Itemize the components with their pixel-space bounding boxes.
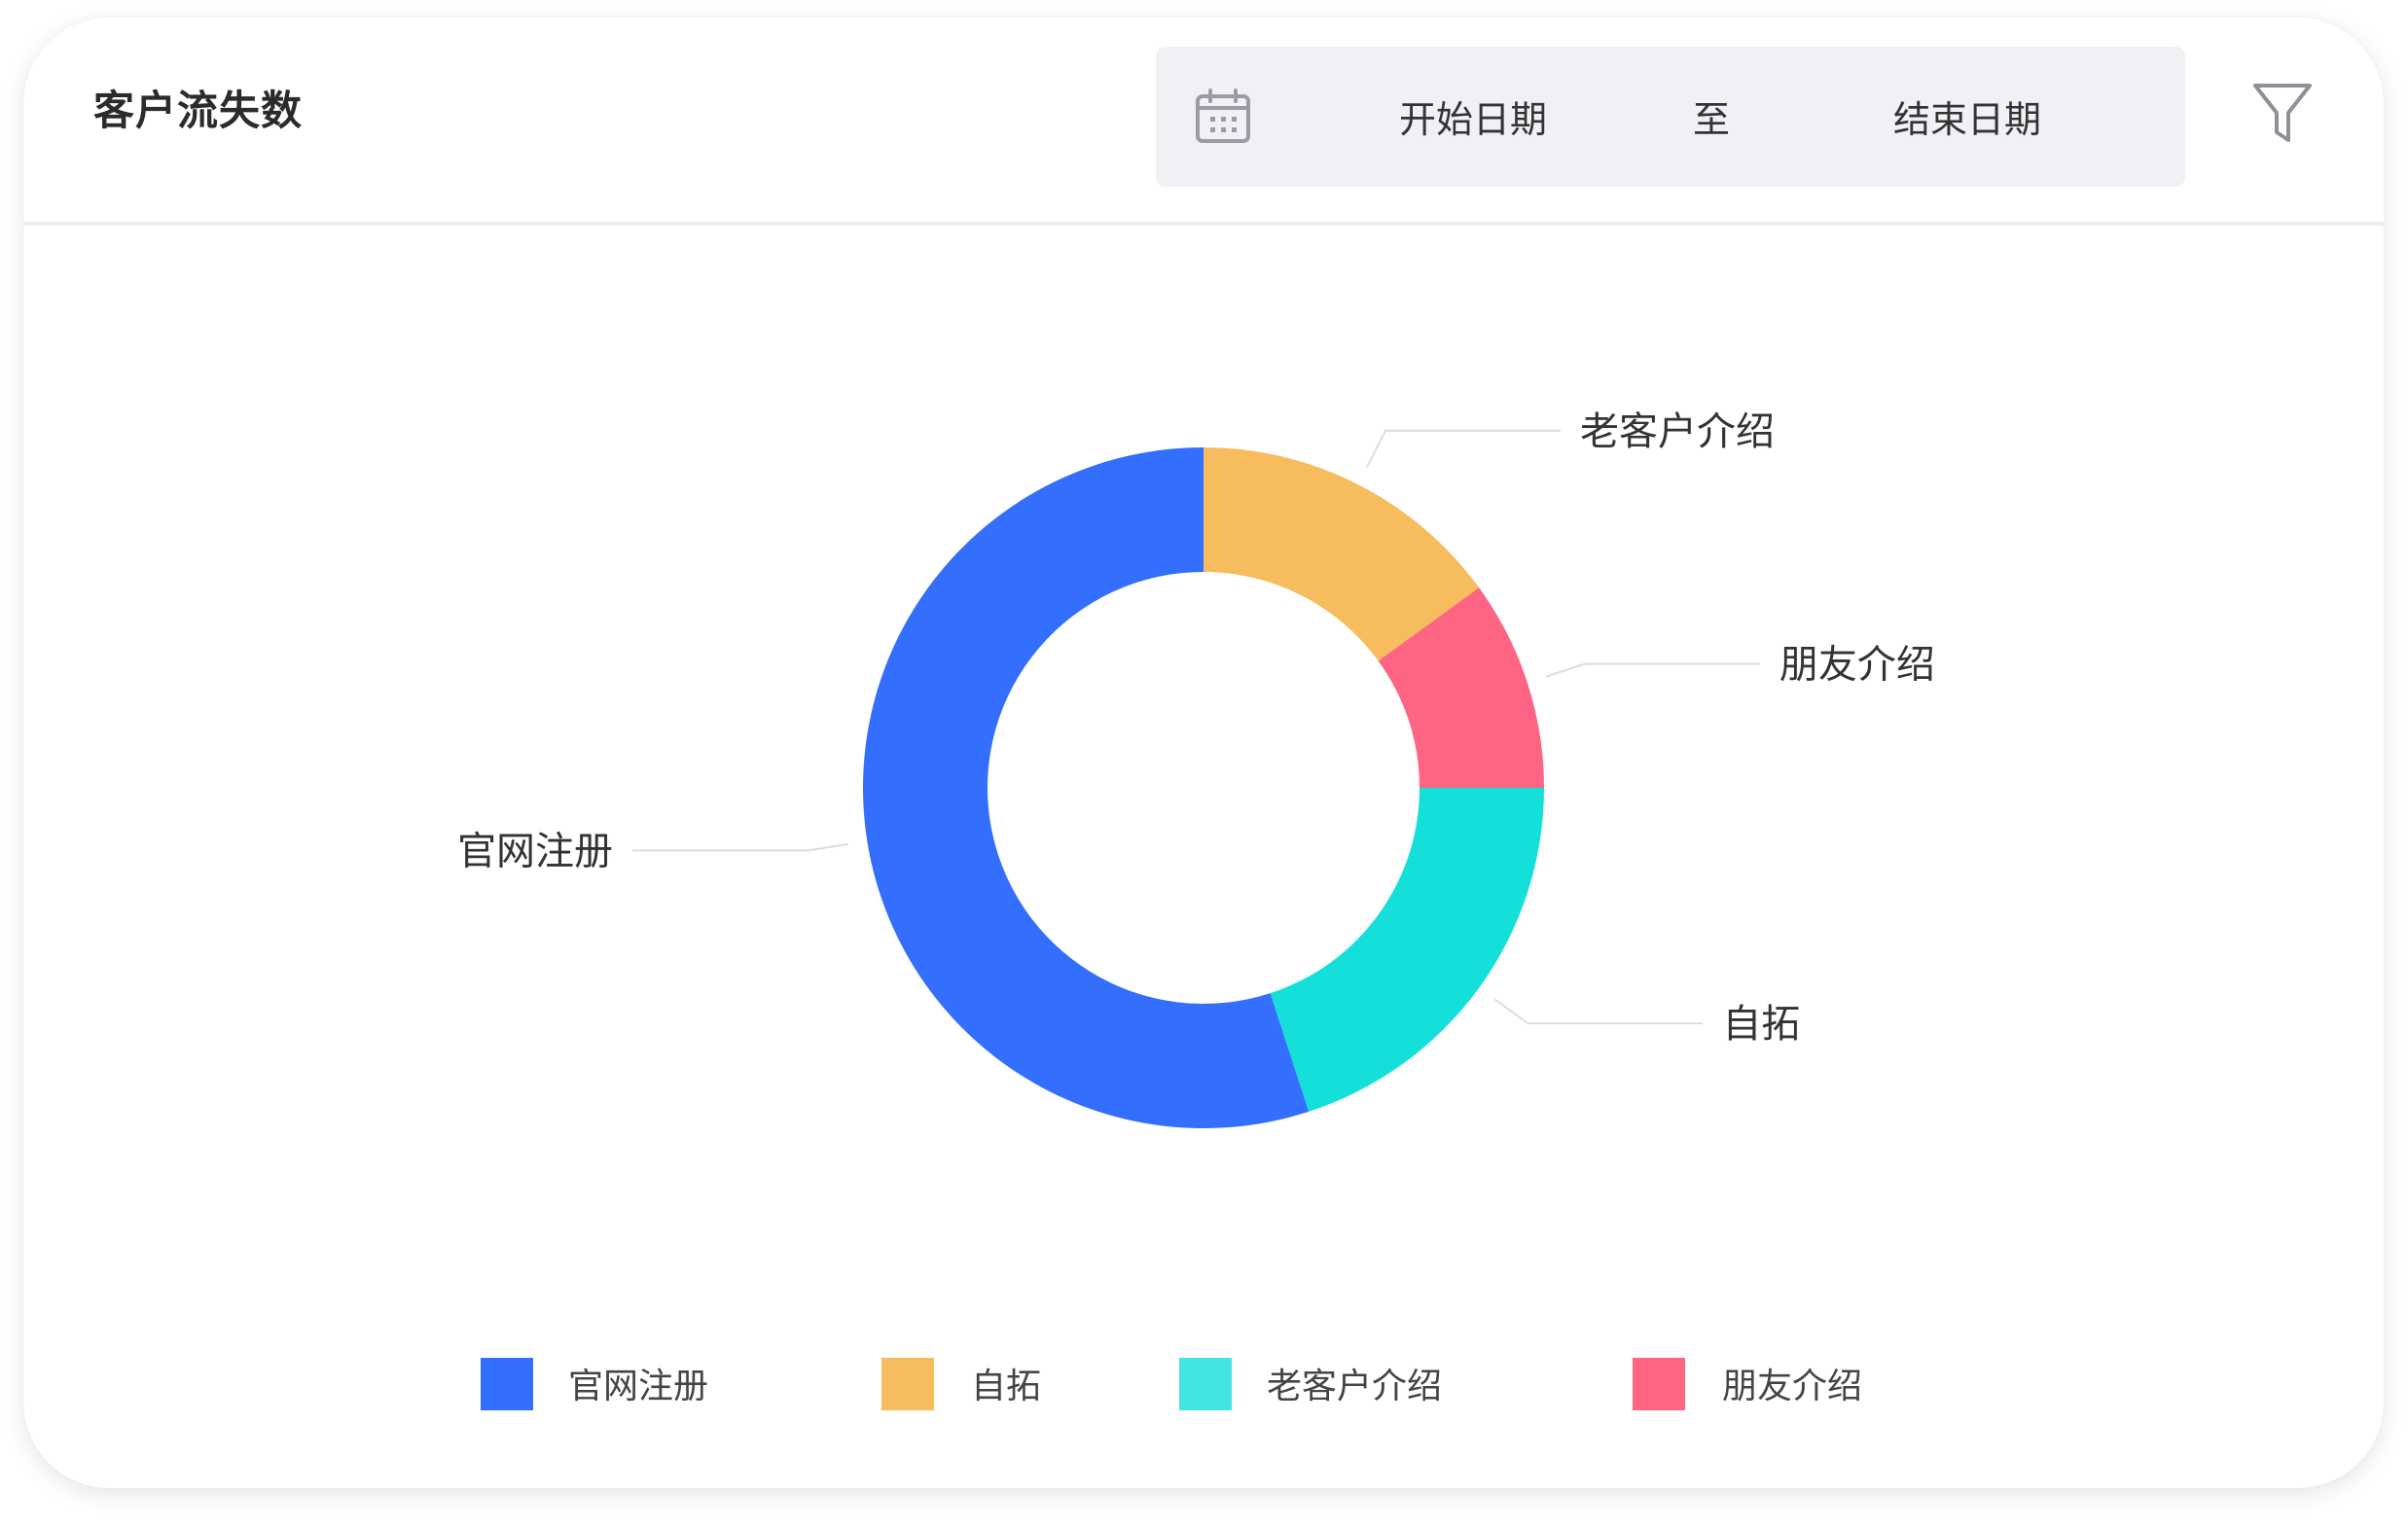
legend-label: 老客户介绍: [1267, 1367, 1443, 1406]
legend-label: 朋友介绍: [1722, 1367, 1863, 1406]
chart-card: 客户流失数 开始日期 至 结束日期 老客户介绍 朋友介绍自拓 官网注册 官网注册…: [23, 18, 2384, 1488]
legend-swatch: [1633, 1358, 1685, 1410]
legend-swatch: [881, 1358, 934, 1410]
legend-swatch: [481, 1358, 533, 1410]
slice-label-old-customer-referral: 老客户介绍: [1580, 409, 1775, 454]
donut-slice-self-developed[interactable]: [1270, 788, 1544, 1112]
donut-chart: 老客户介绍朋友介绍自拓 官网注册: [457, 409, 1935, 1129]
slice-label-friend-referral: 朋友介绍: [1779, 643, 1935, 688]
chart-legend: 官网注册 自拓 老客户介绍 朋友介绍: [23, 1352, 2384, 1410]
legend-swatch: [1179, 1358, 1232, 1410]
leader-line-friend-referral: [1545, 662, 1760, 678]
legend-label: 自拓: [971, 1367, 1042, 1406]
leader-line-official-site: [632, 842, 848, 852]
leader-line-self-developed: [1493, 998, 1704, 1025]
slice-label-self-developed: 自拓: [1722, 1002, 1800, 1047]
slice-label-official-site: 官网注册: [457, 829, 613, 873]
leader-line-old-customer-referral: [1366, 429, 1562, 468]
legend-label: 官网注册: [568, 1367, 709, 1406]
